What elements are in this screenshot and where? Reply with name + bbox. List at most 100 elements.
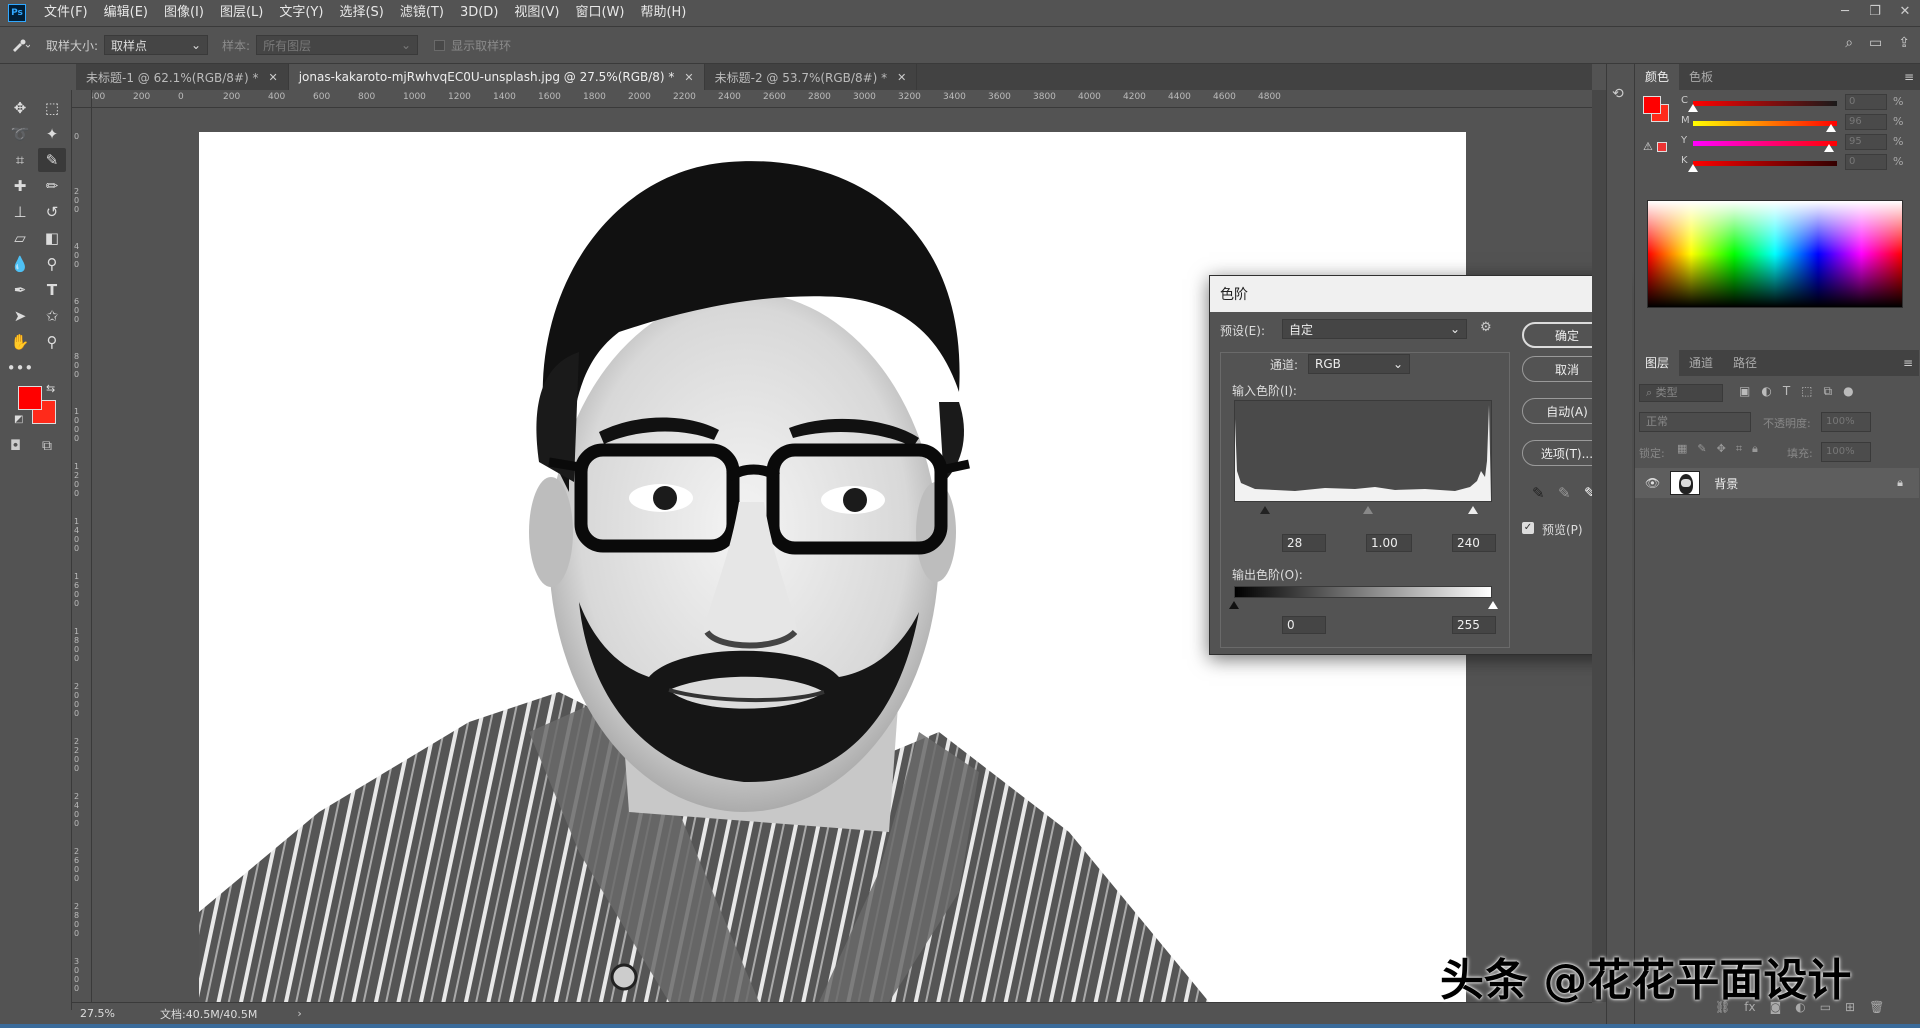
slider-c-thumb[interactable] (1688, 104, 1698, 112)
slider-k[interactable]: K 0 % (1681, 154, 1920, 172)
lock-transparent-icon[interactable]: ▦ (1677, 442, 1687, 456)
slider-m-value[interactable]: 96 (1845, 114, 1887, 130)
filter-type-icon[interactable]: T (1783, 384, 1790, 399)
filter-toggle-icon[interactable]: ● (1843, 384, 1853, 399)
type-tool-icon[interactable]: T (38, 278, 66, 302)
layer-name[interactable]: 背景 (1714, 475, 1738, 492)
menu-image[interactable]: 图像(I) (156, 0, 212, 26)
tab-swatches[interactable]: 色板 (1679, 64, 1723, 90)
marquee-tool-icon[interactable]: ⬚ (38, 96, 66, 120)
search-icon[interactable]: ⌕ (1845, 35, 1853, 51)
minimize-icon[interactable]: ─ (1830, 0, 1860, 22)
stamp-tool-icon[interactable]: ⊥ (6, 200, 34, 224)
magic-wand-tool-icon[interactable]: ✦ (38, 122, 66, 146)
status-expand-icon[interactable]: › (297, 1007, 301, 1020)
menu-filter[interactable]: 滤镜(T) (392, 0, 452, 26)
history-brush-tool-icon[interactable]: ↺ (38, 200, 66, 224)
sample-size-select[interactable]: 取样点 ⌄ (104, 35, 209, 55)
tab-layers[interactable]: 图层 (1635, 350, 1680, 376)
slider-y-thumb[interactable] (1824, 144, 1834, 152)
default-colors-icon[interactable]: ◩ (14, 414, 23, 425)
preset-options-gear-icon[interactable]: ⚙ (1480, 320, 1492, 335)
pen-tool-icon[interactable]: ✒ (6, 278, 34, 302)
share-icon[interactable]: ⇪ (1898, 35, 1910, 51)
dodge-tool-icon[interactable]: ⚲ (38, 252, 66, 276)
slider-m[interactable]: M 96 % (1681, 114, 1920, 132)
ruler-origin[interactable] (72, 90, 92, 108)
menu-type[interactable]: 文字(Y) (271, 0, 331, 26)
menu-help[interactable]: 帮助(H) (632, 0, 694, 26)
layer-filter-select[interactable]: ⌕ 类型 (1639, 384, 1723, 402)
output-black-field[interactable]: 0 (1282, 616, 1326, 634)
input-white-field[interactable]: 240 (1452, 534, 1496, 552)
menu-select[interactable]: 选择(S) (331, 0, 391, 26)
menu-3d[interactable]: 3D(D) (452, 0, 506, 26)
healing-brush-tool-icon[interactable]: ✚ (6, 174, 34, 198)
gamut-swatch[interactable] (1657, 142, 1667, 152)
lock-image-icon[interactable]: ✎ (1697, 442, 1706, 456)
doc-tab-3[interactable]: 未标题-2 @ 53.7%(RGB/8#) * ✕ (705, 64, 918, 90)
menu-file[interactable]: 文件(F) (36, 0, 96, 26)
slider-c-value[interactable]: 0 (1845, 94, 1887, 110)
panel-menu-icon[interactable]: ≡ (1903, 356, 1913, 370)
vertical-scrollbar[interactable] (1592, 90, 1606, 1002)
channel-select[interactable]: RGB ⌄ (1308, 354, 1410, 374)
filter-adjustment-icon[interactable]: ◐ (1761, 384, 1771, 399)
lock-position-icon[interactable]: ✥ (1717, 442, 1726, 456)
gradient-tool-icon[interactable]: ◧ (38, 226, 66, 250)
preview-checkbox[interactable]: ✓ (1522, 522, 1534, 534)
blend-mode-select[interactable]: 正常 (1639, 412, 1751, 432)
move-tool-icon[interactable]: ✥ (6, 96, 34, 120)
filter-pixel-icon[interactable]: ▣ (1739, 384, 1750, 399)
tab-channels[interactable]: 通道 (1679, 350, 1723, 376)
input-white-slider[interactable] (1468, 506, 1478, 514)
shape-tool-icon[interactable]: ✩ (38, 304, 66, 328)
zoom-tool-icon[interactable]: ⚲ (38, 330, 66, 354)
lasso-tool-icon[interactable]: ➰ (6, 122, 34, 146)
opacity-field[interactable]: 100% (1821, 412, 1871, 432)
color-panel-foreground[interactable] (1643, 96, 1661, 114)
foreground-color-swatch[interactable] (18, 386, 42, 410)
color-spectrum[interactable] (1647, 200, 1903, 308)
layer-row-background[interactable]: 👁︎ 背景 🔒︎ (1635, 468, 1919, 498)
output-white-slider[interactable] (1488, 601, 1498, 609)
filter-shape-icon[interactable]: ⬚ (1801, 384, 1812, 399)
ruler-vertical[interactable]: 0 200 400 600 800 1000 1200 1400 1600 1800 2000 220… (72, 108, 92, 1028)
tab-paths[interactable]: 路径 (1723, 350, 1767, 376)
crop-tool-icon[interactable]: ⌗ (6, 148, 34, 172)
close-tab-icon[interactable]: ✕ (269, 71, 278, 84)
eraser-tool-icon[interactable]: ▱ (6, 226, 34, 250)
output-white-field[interactable]: 255 (1452, 616, 1496, 634)
eyedropper-tool-icon[interactable]: ✎ (38, 148, 66, 172)
levels-dialog-titlebar[interactable]: 色阶 ✕ (1210, 276, 1620, 312)
input-gamma-field[interactable]: 1.00 (1366, 534, 1412, 552)
path-selection-tool-icon[interactable]: ➤ (6, 304, 34, 328)
close-window-icon[interactable]: ✕ (1890, 0, 1920, 22)
output-black-slider[interactable] (1229, 601, 1239, 609)
blur-tool-icon[interactable]: 💧 (6, 252, 34, 276)
delete-layer-icon[interactable]: 🗑︎ (1869, 1000, 1884, 1014)
ruler-horizontal[interactable]: 400 200 0 200 400 600 800 1000 1200 1400 1600 1800 2… (88, 90, 1592, 108)
slider-k-value[interactable]: 0 (1845, 154, 1887, 170)
menu-layer[interactable]: 图层(L) (212, 0, 271, 26)
zoom-level[interactable]: 27.5% (80, 1007, 150, 1020)
sample-select[interactable]: 所有图层 ⌄ (256, 35, 419, 55)
eye-icon[interactable]: 👁︎ (1645, 476, 1660, 490)
slider-y[interactable]: Y 95 % (1681, 134, 1920, 152)
restore-icon[interactable]: ❐ (1860, 0, 1890, 22)
gray-point-eyedropper-icon[interactable]: ✎ (1558, 484, 1571, 502)
menu-edit[interactable]: 编辑(E) (96, 0, 156, 26)
doc-tab-2[interactable]: jonas-kakaroto-mjRwhvqEC0U-unsplash.jpg … (288, 64, 705, 90)
gamut-warning-icon[interactable]: ⚠ (1643, 140, 1653, 153)
history-panel-icon[interactable]: ⟲ (1612, 86, 1624, 102)
lock-artboard-icon[interactable]: ⌗ (1736, 442, 1742, 456)
more-tools-icon[interactable]: ••• (6, 356, 34, 380)
brush-tool-icon[interactable]: ✏ (38, 174, 66, 198)
screen-mode-icon[interactable]: ⧉ (42, 438, 52, 454)
close-tab-icon[interactable]: ✕ (684, 71, 693, 84)
preset-select[interactable]: 自定 ⌄ (1282, 319, 1467, 339)
show-ring-checkbox[interactable] (434, 39, 446, 51)
panel-menu-icon[interactable]: ≡ (1904, 70, 1914, 84)
filter-smart-object-icon[interactable]: ⧉ (1824, 384, 1833, 399)
swap-colors-icon[interactable]: ⇆ (46, 382, 55, 395)
